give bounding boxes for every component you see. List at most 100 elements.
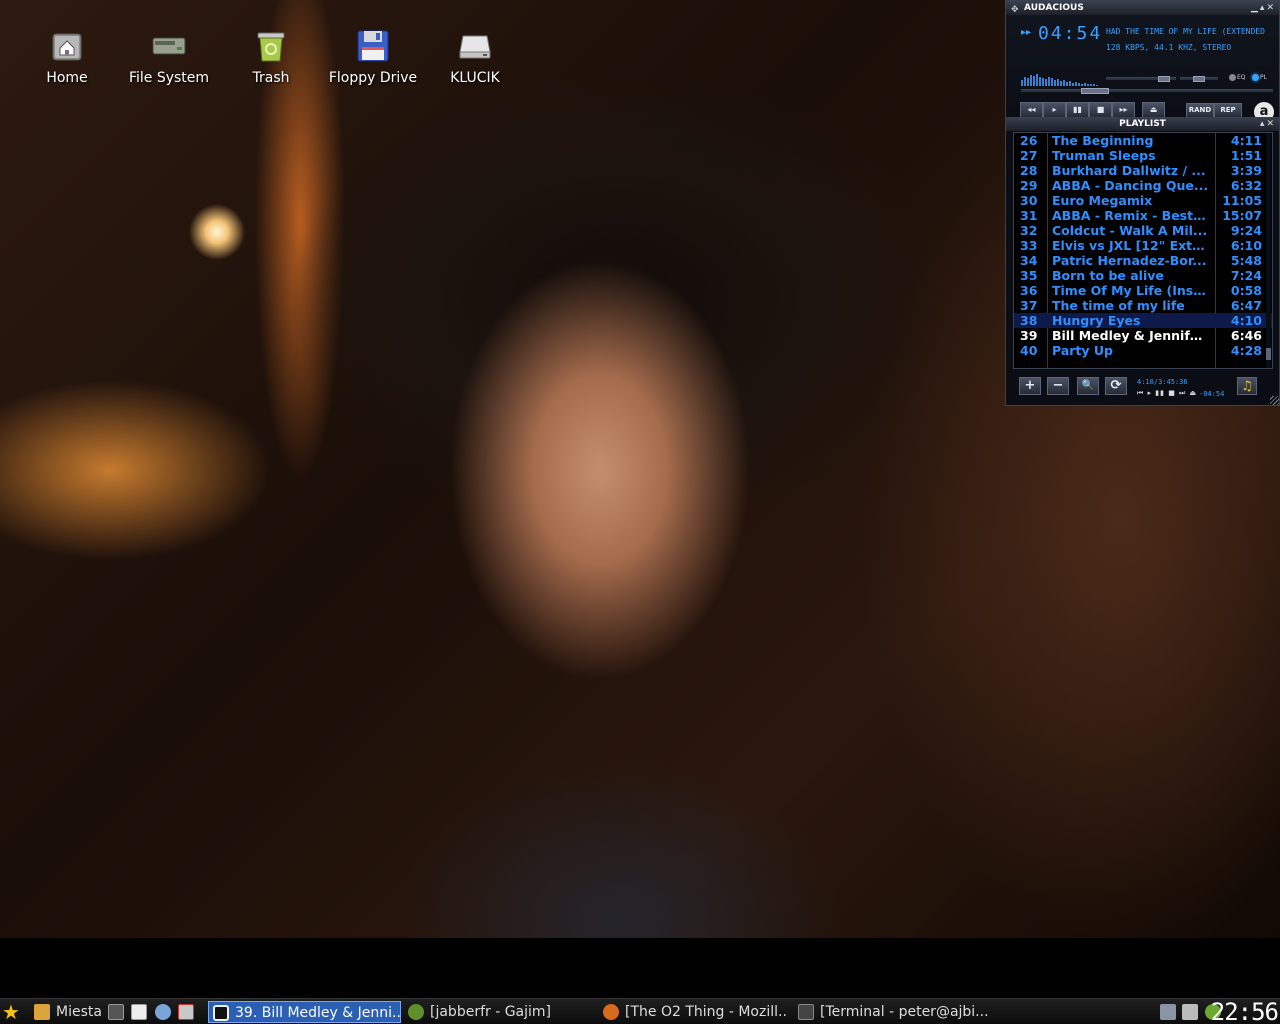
task-firefox[interactable]: [The O2 Thing - Mozill... xyxy=(603,1001,788,1023)
launcher-editor[interactable] xyxy=(131,1001,149,1023)
pause-button[interactable]: ▮▮ xyxy=(1066,102,1089,118)
playlist-row[interactable]: 34 Patric Hernadez-Bor... 5:48 xyxy=(1014,253,1272,268)
playlist-row[interactable]: 36 Time Of My Life (Inst... 0:58 xyxy=(1014,283,1272,298)
mail-icon xyxy=(178,1004,194,1020)
playlist-row[interactable]: 39 Bill Medley & Jennife... 6:46 xyxy=(1014,328,1272,343)
playlist-scrollbar[interactable] xyxy=(1266,133,1271,368)
places-menu[interactable]: Miesta xyxy=(34,1001,106,1023)
task-audacious[interactable]: 39. Bill Medley & Jenni... xyxy=(208,1001,401,1023)
minimize-icon[interactable]: ▁ xyxy=(1251,3,1260,13)
playlist-row[interactable]: 28 Burkhard Dallwitz / ... 3:39 xyxy=(1014,163,1272,178)
launcher-mail[interactable] xyxy=(178,1001,198,1023)
playlist-window-controls[interactable]: ▴✕ xyxy=(1260,117,1276,131)
pl-toggle[interactable]: PL xyxy=(1252,74,1267,81)
eq-toggle[interactable]: EQ xyxy=(1229,74,1246,81)
previous-button[interactable]: ◂◂ xyxy=(1020,102,1043,118)
seek-knob[interactable] xyxy=(1081,88,1109,94)
playlist-titlebar[interactable]: PLAYLIST ▴✕ xyxy=(1006,117,1279,131)
launcher-browser[interactable] xyxy=(155,1001,173,1023)
firefox-icon xyxy=(603,1004,619,1020)
tray-network[interactable] xyxy=(1160,1001,1178,1023)
playlist-row[interactable]: 29 ABBA - Dancing Que... 6:32 xyxy=(1014,178,1272,193)
music-note-icon[interactable]: ♫ xyxy=(1237,377,1257,395)
terminal-icon xyxy=(108,1004,124,1020)
play-button[interactable]: ▸ xyxy=(1043,102,1066,118)
globe-icon xyxy=(155,1004,171,1020)
visualizer-bar xyxy=(1036,74,1038,86)
window-controls[interactable]: ▁▴✕ xyxy=(1251,1,1276,15)
playlist-row[interactable]: 40 Party Up 4:28 xyxy=(1014,343,1272,358)
select-button[interactable]: 🔍 xyxy=(1077,377,1099,395)
volume-knob[interactable] xyxy=(1158,76,1170,82)
network-icon xyxy=(1160,1004,1176,1020)
playlist-time-summary: 4:10/3:45:36 xyxy=(1137,378,1188,386)
desktop-icon-trash[interactable]: Trash xyxy=(221,28,321,86)
track-duration: 4:28 xyxy=(1230,343,1262,358)
trash-icon xyxy=(253,28,289,64)
volume-slider[interactable] xyxy=(1106,76,1176,82)
task-gajim[interactable]: [jabberfr - Gajim] xyxy=(408,1001,593,1023)
audacious-window[interactable]: ✥ AUDACIOUS ▁▴✕ ▸▸ 04:54 HAD THE TIME OF… xyxy=(1005,0,1280,406)
playlist-row[interactable]: 37 The time of my life 6:47 xyxy=(1014,298,1272,313)
seek-bar[interactable] xyxy=(1021,88,1273,94)
track-number: 29 xyxy=(1020,178,1038,193)
spectrum-visualizer[interactable] xyxy=(1021,67,1099,86)
track-number: 30 xyxy=(1020,193,1038,208)
stop-button[interactable]: ■ xyxy=(1089,102,1112,118)
desktop-icon-file-system[interactable]: File System xyxy=(119,28,219,86)
playlist-mini-controls[interactable]: ⏮ ▸ ▮▮ ■ ⏭ ⏏ xyxy=(1137,389,1197,398)
start-button[interactable]: ★ xyxy=(2,1001,24,1023)
track-title: ABBA - Dancing Que... xyxy=(1052,178,1209,193)
gajim-icon xyxy=(408,1004,424,1020)
player-titlebar[interactable]: ✥ AUDACIOUS ▁▴✕ xyxy=(1006,1,1279,15)
resize-grip[interactable] xyxy=(1270,396,1279,405)
playlist-row[interactable]: 35 Born to be alive 7:24 xyxy=(1014,268,1272,283)
playlist-row[interactable]: 31 ABBA - Remix - Best ... 15:07 xyxy=(1014,208,1272,223)
next-button[interactable]: ▸▸ xyxy=(1112,102,1135,118)
remove-button[interactable]: − xyxy=(1047,377,1069,395)
time-display[interactable]: 04:54 xyxy=(1038,23,1102,44)
desktop-bottom-area xyxy=(0,938,1280,998)
playlist-row[interactable]: 30 Euro Megamix 11:05 xyxy=(1014,193,1272,208)
balance-slider[interactable] xyxy=(1180,76,1218,82)
repeat-button[interactable]: REP xyxy=(1214,103,1242,118)
visualizer-bar xyxy=(1057,79,1059,86)
track-duration: 9:24 xyxy=(1230,223,1262,238)
playlist-row[interactable]: 26 The Beginning 4:11 xyxy=(1014,133,1272,148)
balance-knob[interactable] xyxy=(1193,76,1205,82)
clock[interactable]: 22:56 xyxy=(1211,999,1279,1024)
desktop-icon-klucik[interactable]: KLUCIK xyxy=(425,28,525,86)
audacious-icon xyxy=(213,1005,229,1021)
shuffle-button[interactable]: RAND xyxy=(1186,103,1214,118)
track-title: Party Up xyxy=(1052,343,1113,358)
playlist-row[interactable]: 38 Hungry Eyes 4:10 xyxy=(1014,313,1272,328)
visualizer-bar xyxy=(1069,81,1071,86)
close-icon[interactable]: ✕ xyxy=(1266,119,1276,129)
desktop-icon-floppy-drive[interactable]: Floppy Drive xyxy=(323,28,423,86)
misc-button[interactable]: ⟳ xyxy=(1105,377,1127,395)
visualizer-bar xyxy=(1045,79,1047,86)
desktop-icon-home[interactable]: Home xyxy=(17,28,117,86)
playlist-row[interactable]: 33 Elvis vs JXL [12" Exte... 6:10 xyxy=(1014,238,1272,253)
track-duration: 4:10 xyxy=(1230,313,1262,328)
visualizer-bar xyxy=(1075,82,1077,86)
visualizer-bar xyxy=(1021,80,1023,86)
track-number: 33 xyxy=(1020,238,1038,253)
bitrate-info: 128 KBPS, 44.1 KHZ, STEREO xyxy=(1106,43,1232,52)
playlist-row[interactable]: 32 Coldcut - Walk A Mil... 9:24 xyxy=(1014,223,1272,238)
tray-drive[interactable] xyxy=(1182,1001,1202,1023)
close-icon[interactable]: ✕ xyxy=(1266,3,1276,13)
playlist-row[interactable]: 27 Truman Sleeps 1:51 xyxy=(1014,148,1272,163)
eject-button[interactable]: ⏏ xyxy=(1142,102,1165,118)
task-terminal[interactable]: [Terminal - peter@ajbi... xyxy=(798,1001,988,1023)
folder-icon xyxy=(34,1004,50,1020)
track-number: 34 xyxy=(1020,253,1038,268)
add-button[interactable]: + xyxy=(1019,377,1041,395)
visualizer-bar xyxy=(1093,84,1095,86)
launcher-terminal[interactable] xyxy=(108,1001,126,1023)
playlist-scroll-thumb[interactable] xyxy=(1266,348,1271,360)
playlist-remaining-time[interactable]: -04:54 xyxy=(1199,390,1224,398)
song-title-ticker[interactable]: HAD THE TIME OF MY LIFE (EXTENDED xyxy=(1106,27,1274,36)
player-title: AUDACIOUS xyxy=(1024,3,1084,13)
playlist-list[interactable]: 26 The Beginning 4:11 27 Truman Sleeps 1:51 28… xyxy=(1013,132,1273,369)
